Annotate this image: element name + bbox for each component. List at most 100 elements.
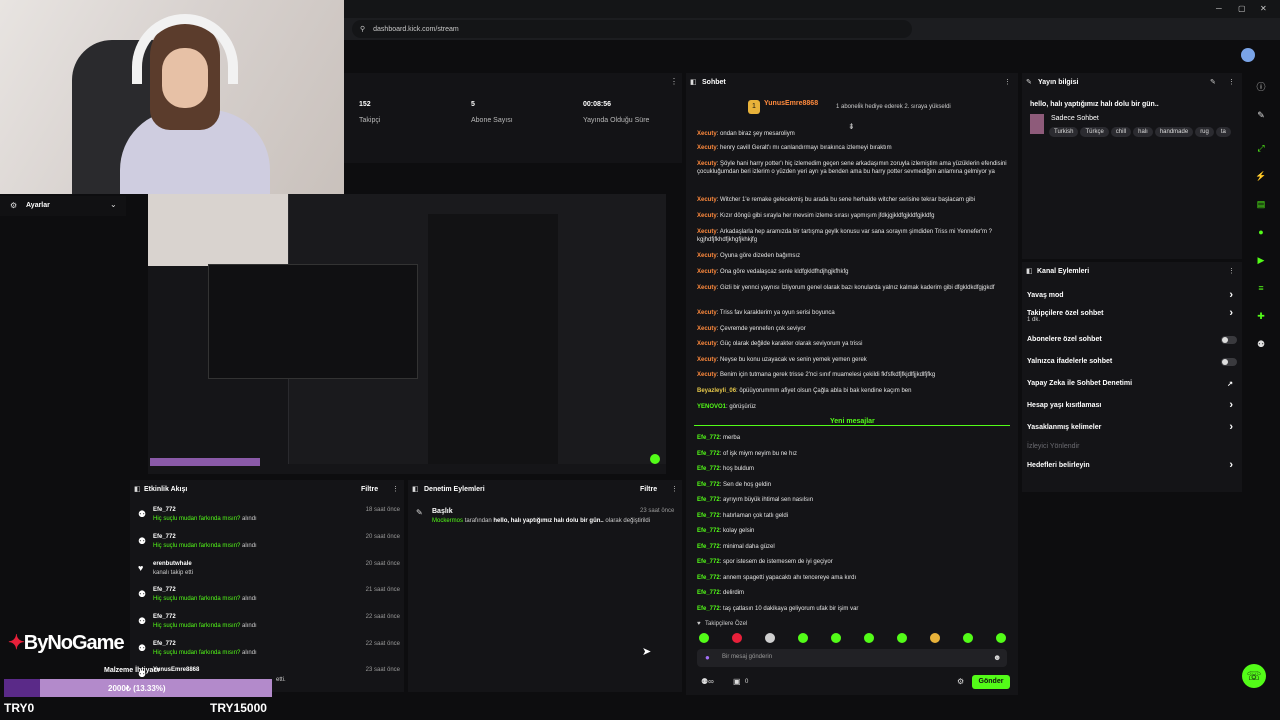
emoji-icon[interactable]: ☻ — [993, 653, 1001, 662]
chat-username[interactable]: Xecuty — [697, 341, 717, 347]
toggle-switch[interactable] — [1221, 358, 1237, 366]
chat-username[interactable]: Xecuty — [697, 372, 717, 378]
chat-message: YENOVO1: görüşürüz — [697, 404, 757, 410]
activity-time: 22 saat önce — [365, 614, 400, 620]
activity-user[interactable]: erenbutwhale — [153, 561, 192, 567]
mic-icon[interactable]: ● — [705, 653, 710, 662]
tag[interactable]: Turkish — [1049, 127, 1079, 137]
chat-username[interactable]: Efe_772 — [697, 466, 720, 472]
channel-action-item[interactable]: Yalnızca ifadelerle sohbet — [1027, 358, 1237, 372]
close-icon[interactable]: ✕ — [1260, 4, 1267, 13]
chat-username[interactable]: Xecuty — [697, 145, 717, 151]
category-name[interactable]: Sadece Sohbet — [1051, 115, 1099, 122]
activity-user[interactable]: Efe_772 — [153, 534, 176, 540]
chat-username[interactable]: Efe_772 — [697, 482, 720, 488]
more-icon[interactable]: ⋮ — [670, 77, 678, 86]
document-icon[interactable]: ▤ — [1255, 199, 1267, 211]
chat-username[interactable]: Efe_772 — [697, 575, 720, 581]
more-icon[interactable]: ⋮ — [392, 485, 399, 493]
channel-action-item[interactable]: Yavaş mod › — [1027, 289, 1237, 306]
activity-user[interactable]: Efe_772 — [153, 507, 176, 513]
info-icon[interactable]: ⓘ — [1255, 80, 1267, 92]
activity-user[interactable]: Efe_772 — [153, 587, 176, 593]
chat-username[interactable]: Beyazleyli_06 — [697, 388, 736, 394]
activity-user[interactable]: Efe_772 — [153, 614, 176, 620]
chat-username[interactable]: Xecuty — [697, 197, 717, 203]
moderation-filter-button[interactable]: Filtre — [640, 486, 657, 493]
emote-icon[interactable] — [699, 633, 709, 643]
chat-username[interactable]: Efe_772 — [697, 559, 720, 565]
gift-icon[interactable]: ⚉ — [1255, 339, 1267, 351]
channel-action-item[interactable]: Yasaklanmış kelimeler › — [1027, 421, 1237, 438]
more-icon[interactable]: ⋮ — [1228, 78, 1235, 86]
chat-username[interactable]: Xecuty — [697, 229, 717, 235]
more-icon[interactable]: ⋮ — [1004, 78, 1011, 86]
chat-username[interactable]: Xecuty — [697, 269, 717, 275]
chat-username[interactable]: Efe_772 — [697, 497, 720, 503]
chat-username[interactable]: Efe_772 — [697, 544, 720, 550]
tag[interactable]: rug — [1195, 127, 1214, 137]
send-button[interactable]: Gönder — [972, 675, 1010, 689]
chat-username[interactable]: Efe_772 — [697, 528, 720, 534]
minimize-icon[interactable]: ─ — [1216, 4, 1222, 13]
emote-icon[interactable] — [864, 633, 874, 643]
activity-user[interactable]: YunusEmre8868 — [153, 667, 199, 673]
tag[interactable]: halı — [1133, 127, 1153, 137]
emote-icon[interactable] — [996, 633, 1006, 643]
chat-settings-icon[interactable]: ⚙ — [957, 677, 964, 686]
mod-user[interactable]: Mockermos — [432, 518, 463, 524]
tag[interactable]: handmade — [1154, 127, 1194, 137]
emote-icon[interactable] — [831, 633, 841, 643]
chat-username[interactable]: Xecuty — [697, 213, 717, 219]
chat-username[interactable]: Xecuty — [697, 310, 717, 316]
emote-icon[interactable] — [897, 633, 907, 643]
chat-username[interactable]: Xecuty — [697, 161, 717, 167]
pencil-icon[interactable]: ✎ — [1255, 110, 1267, 122]
points-icon[interactable]: ▣ — [733, 677, 741, 686]
chat-username[interactable]: Efe_772 — [697, 451, 720, 457]
bolt-icon[interactable]: ⚡ — [1255, 171, 1267, 183]
chat-bubble-icon[interactable]: ● — [1255, 227, 1267, 239]
emote-icon[interactable] — [798, 633, 808, 643]
chat-username[interactable]: Xecuty — [697, 285, 717, 291]
toggle-switch[interactable] — [1221, 336, 1237, 344]
more-icon[interactable]: ⋮ — [1228, 267, 1235, 275]
channel-action-item[interactable]: Hedefleri belirleyin › — [1027, 459, 1237, 476]
activity-filter-button[interactable]: Filtre — [361, 486, 378, 493]
expand-icon[interactable]: ⤢ — [1255, 143, 1267, 155]
chat-username[interactable]: Efe_772 — [697, 435, 720, 441]
address-bar[interactable]: ⚲ dashboard.kick.com/stream — [352, 20, 912, 38]
channel-action-item[interactable]: Takipçilere özel sohbet 1 dk. › — [1027, 307, 1237, 324]
settings-header[interactable]: ⚙ Ayarlar ⌄ — [0, 196, 126, 216]
tag[interactable]: Türkçe — [1080, 127, 1109, 137]
emote-icon[interactable] — [963, 633, 973, 643]
gift-user[interactable]: YunusEmre8868 — [764, 100, 818, 107]
emote-icon[interactable] — [765, 633, 775, 643]
play-icon[interactable]: ▶ — [1255, 255, 1267, 267]
channel-action-item[interactable]: Hesap yaşı kısıtlaması › — [1027, 399, 1237, 416]
chat-username[interactable]: Efe_772 — [697, 590, 720, 596]
chat-username[interactable]: Xecuty — [697, 326, 717, 332]
chat-username[interactable]: Efe_772 — [697, 606, 720, 612]
tag[interactable]: ta — [1215, 127, 1231, 137]
chat-username[interactable]: Xecuty — [697, 357, 717, 363]
profile-avatar[interactable] — [1241, 48, 1255, 62]
more-icon[interactable]: ⋮ — [671, 485, 678, 493]
support-button[interactable]: ☏ — [1242, 664, 1266, 688]
tag[interactable]: chill — [1110, 127, 1132, 137]
chat-username[interactable]: Xecuty — [697, 253, 717, 259]
list-icon[interactable]: ≡ — [1255, 283, 1267, 295]
emote-icon[interactable] — [732, 633, 742, 643]
maximize-icon[interactable]: ▢ — [1238, 4, 1246, 13]
channel-action-item[interactable]: Abonelere özel sohbet — [1027, 336, 1237, 350]
channel-action-item[interactable]: Yapay Zeka ile Sohbet Denetimi ↗ — [1027, 380, 1237, 394]
emote-icon[interactable] — [930, 633, 940, 643]
users-icon[interactable]: ⚉∞ — [701, 677, 714, 686]
chat-input[interactable]: ● Bir mesaj gönderin ☻ — [697, 649, 1007, 667]
wrench-icon[interactable]: ✚ — [1255, 311, 1267, 323]
chat-username[interactable]: Efe_772 — [697, 513, 720, 519]
chat-username[interactable]: Xecuty — [697, 131, 717, 137]
edit-icon[interactable]: ✎ — [1210, 78, 1216, 86]
chat-username[interactable]: YENOVO1 — [697, 404, 726, 410]
activity-user[interactable]: Efe_772 — [153, 641, 176, 647]
